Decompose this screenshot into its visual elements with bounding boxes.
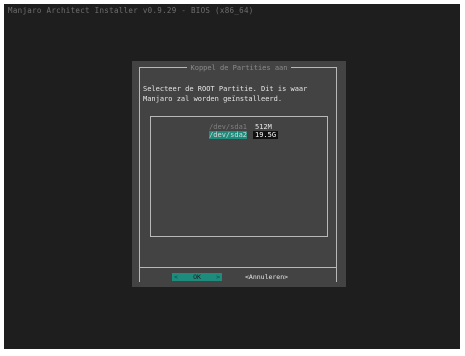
button-separator	[139, 267, 337, 268]
ok-bracket-left: <	[174, 273, 178, 281]
partition-item-sda2[interactable]: /dev/sda2 19.5G	[206, 131, 279, 139]
partition-item-sda1[interactable]: /dev/sda1 512M	[206, 123, 274, 131]
partition-size-selected: 19.5G	[253, 131, 279, 139]
prompt-line-1: Selecteer de ROOT Partitie. Dit is waar	[143, 85, 308, 93]
prompt-line-2: Manjaro zal worden geïnstalleerd.	[143, 94, 283, 103]
terminal-screen: Manjaro Architect Installer v0.9.29 - BI…	[4, 4, 460, 349]
dialog-title: Koppel de Partities aan	[132, 64, 346, 72]
installer-backtitle: Manjaro Architect Installer v0.9.29 - BI…	[8, 6, 254, 15]
dialog-title-text: Koppel de Partities aan	[186, 64, 292, 72]
dialog-prompt: Selecteer de ROOT Partitie. Dit is waar …	[143, 85, 339, 104]
ok-bracket-right: >	[216, 273, 220, 281]
partition-name-highlight: /dev/sda2	[209, 131, 247, 139]
partition-list: /dev/sda1 512M /dev/sda2 19.5G	[150, 116, 328, 237]
cancel-button[interactable]: <Annuleren>	[245, 273, 288, 281]
ok-label: OK	[193, 273, 201, 281]
partition-size: 512M	[255, 123, 272, 131]
partition-name-selected: /dev/sda2	[206, 131, 247, 139]
mount-partitions-dialog: Koppel de Partities aan Selecteer de ROO…	[132, 61, 346, 287]
ok-button[interactable]: < OK >	[172, 273, 222, 281]
partition-name: /dev/sda1	[209, 123, 247, 131]
